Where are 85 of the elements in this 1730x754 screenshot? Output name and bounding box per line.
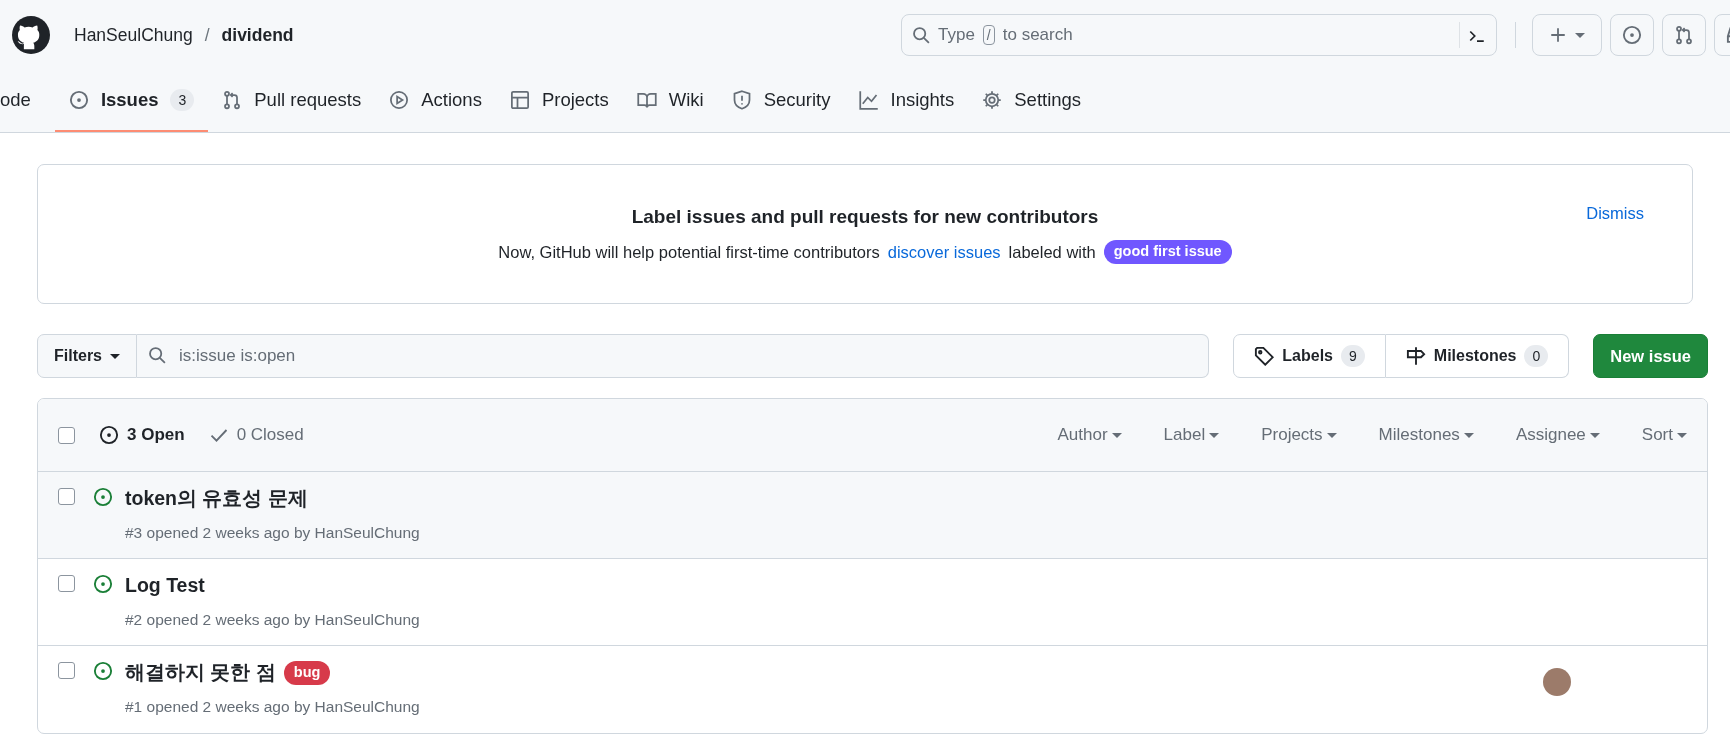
filter-dropdown[interactable]: Sort xyxy=(1641,422,1687,448)
banner-title: Label issues and pull requests for new contributors xyxy=(631,205,1099,230)
issue-row[interactable]: Log Test #2 opened 2 weeks ago by HanSeulChung xyxy=(38,559,1707,646)
discover-issues-link[interactable]: discover issues xyxy=(887,239,1001,265)
settings-icon xyxy=(982,90,1003,110)
keyboard-key: / xyxy=(982,25,995,45)
issue-title-link[interactable]: token의 유효성 문제 xyxy=(125,484,308,514)
tab-counter: 3 xyxy=(170,89,195,111)
caret-icon xyxy=(1575,32,1585,38)
dismiss-link[interactable]: Dismiss xyxy=(1586,201,1644,226)
issue-row[interactable]: token의 유효성 문제 #3 opened 2 weeks ago by HanSeulChung xyxy=(38,472,1707,559)
pull-requests-icon-button[interactable] xyxy=(1662,14,1706,56)
issues-icon-button[interactable] xyxy=(1610,14,1654,56)
issue-row[interactable]: 해결하지 못한 점 bug #1 opened 2 weeks ago by HanSeulChung xyxy=(38,646,1707,733)
issue-icon xyxy=(1622,25,1642,45)
caret-icon xyxy=(1111,432,1122,438)
banner-text: Now, GitHub will help potential first-time contributors xyxy=(498,241,880,263)
milestones-button[interactable]: Milestones 0 xyxy=(1385,334,1570,378)
filter-dropdown[interactable]: Author xyxy=(1057,422,1122,448)
caret-icon xyxy=(110,353,120,359)
issue-title-link[interactable]: 해결하지 못한 점 xyxy=(125,658,276,688)
command-palette-button[interactable] xyxy=(1459,22,1486,48)
table-icon xyxy=(509,90,530,110)
caret-icon xyxy=(1589,432,1600,438)
placeholder-text: Type xyxy=(938,24,975,47)
owner-link[interactable]: HanSeulChung xyxy=(74,21,193,49)
caret-icon xyxy=(1209,432,1220,438)
filter-dropdown[interactable]: Projects xyxy=(1261,422,1337,448)
create-new-button[interactable] xyxy=(1532,14,1602,56)
graph-icon xyxy=(858,90,879,110)
caret-icon xyxy=(1677,432,1687,438)
select-all-checkbox[interactable] xyxy=(58,426,75,444)
counter: 9 xyxy=(1341,345,1365,367)
signpost-icon xyxy=(1405,346,1426,366)
search-field[interactable]: Type / to search xyxy=(901,14,1497,56)
new-issue-button[interactable]: New issue xyxy=(1593,334,1708,378)
repo-tab[interactable]: Security xyxy=(717,70,845,132)
search-icon xyxy=(912,26,930,44)
shield-icon xyxy=(731,90,752,110)
placeholder-text: to search xyxy=(1002,24,1073,47)
repo-tab[interactable]: Projects xyxy=(495,70,623,132)
closed-issues-link[interactable]: 0 Closed xyxy=(208,422,304,448)
assignee-avatar[interactable] xyxy=(1543,668,1571,696)
repo-tab[interactable]: ode xyxy=(0,70,45,132)
pull-request-icon xyxy=(1674,25,1694,45)
filter-dropdown[interactable]: Assignee xyxy=(1515,422,1600,448)
search-icon xyxy=(148,346,166,364)
pull-request-icon xyxy=(222,90,243,110)
breadcrumb-separator: / xyxy=(204,23,210,47)
caret-icon xyxy=(1463,432,1474,438)
issue-meta: #3 opened 2 weeks ago by HanSeulChung xyxy=(125,523,421,544)
open-issues-link[interactable]: 3 Open xyxy=(99,422,185,448)
caret-icon xyxy=(1326,432,1337,438)
logo-icon[interactable] xyxy=(12,16,50,54)
repo-tab[interactable]: Pull requests xyxy=(208,70,376,132)
labels-button[interactable]: Labels 9 xyxy=(1233,334,1386,378)
plus-icon xyxy=(1549,26,1567,44)
issue-icon xyxy=(99,425,119,445)
issue-meta: #2 opened 2 weeks ago by HanSeulChung xyxy=(125,610,421,631)
tag-icon xyxy=(1254,346,1275,366)
issue-label[interactable]: good first issue xyxy=(1103,240,1232,265)
issue-search-field[interactable]: is:issue is:open xyxy=(137,334,1210,378)
book-icon xyxy=(636,90,657,110)
repo-tab[interactable]: Actions xyxy=(375,70,496,132)
filter-dropdown[interactable]: Label xyxy=(1163,422,1220,448)
repo-tab[interactable]: Settings xyxy=(968,70,1096,132)
counter: 0 xyxy=(1524,345,1549,367)
issue-icon xyxy=(68,90,89,110)
issue-checkbox[interactable] xyxy=(58,662,75,679)
issue-checkbox[interactable] xyxy=(58,488,75,505)
filter-dropdown[interactable]: Milestones xyxy=(1378,422,1474,448)
repo-link[interactable]: dividend xyxy=(221,21,294,49)
issue-checkbox[interactable] xyxy=(58,575,75,592)
open-issue-icon xyxy=(93,574,113,594)
filters-button[interactable]: Filters xyxy=(37,334,137,378)
banner-text: labeled with xyxy=(1008,241,1096,263)
repo-tab[interactable]: Issues 3 xyxy=(54,70,209,132)
play-icon xyxy=(389,90,410,110)
issue-title-link[interactable]: Log Test xyxy=(125,571,205,601)
open-issue-icon xyxy=(93,661,113,681)
issue-label[interactable]: bug xyxy=(283,660,331,685)
issue-meta: #1 opened 2 weeks ago by HanSeulChung xyxy=(125,697,421,718)
repo-tab[interactable]: Insights xyxy=(844,70,969,132)
open-issue-icon xyxy=(93,487,113,507)
repo-tab[interactable]: Wiki xyxy=(622,70,718,132)
